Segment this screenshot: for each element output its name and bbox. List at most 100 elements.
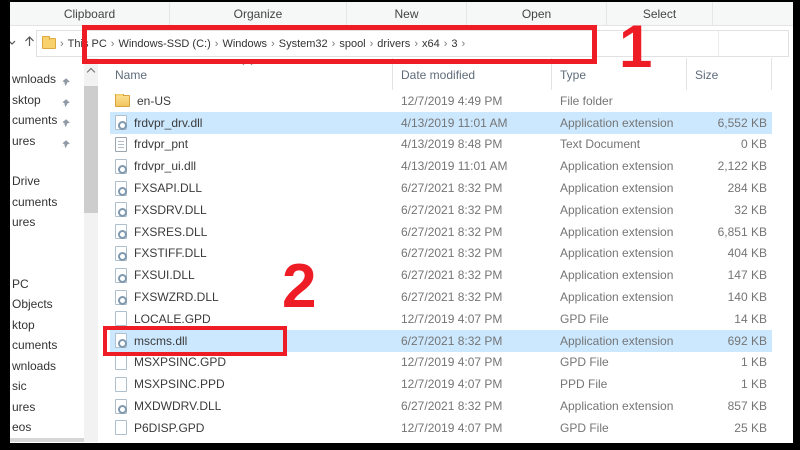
file-size: 147 KB <box>727 268 767 283</box>
folder-icon <box>42 36 56 49</box>
file-row[interactable]: frdvpr_pnt 4/13/2019 8:48 PM Text Docume… <box>110 134 772 156</box>
file-row[interactable]: MXDWDRV.DLL 6/27/2021 8:32 PM Applicatio… <box>110 395 772 417</box>
file-type: Application extension <box>560 224 674 239</box>
sidebar-item[interactable]: ures <box>10 397 88 418</box>
file-icon <box>115 202 127 218</box>
ribbon-group-organize: Organize <box>170 2 347 25</box>
file-size: 404 KB <box>727 246 767 261</box>
file-size: 284 KB <box>727 181 767 196</box>
sidebar-item[interactable]: Objects <box>10 294 88 315</box>
file-type: Application extension <box>560 202 674 217</box>
scrollbar-thumb[interactable] <box>84 86 98 213</box>
file-name: frdvpr_pnt <box>134 137 189 152</box>
file-row[interactable]: FXSUI.DLL 6/27/2021 8:32 PM Application … <box>110 264 772 286</box>
file-type: Application extension <box>560 159 674 174</box>
annotation-box-step-1 <box>82 25 597 64</box>
file-type: GPD File <box>560 420 609 435</box>
file-date-modified: 6/27/2021 8:32 PM <box>401 268 503 283</box>
file-icon <box>115 420 127 436</box>
column-header-size[interactable]: Size <box>687 58 772 90</box>
sidebar-item[interactable]: cuments <box>10 335 88 356</box>
file-size: 14 KB <box>734 311 767 326</box>
file-icon <box>115 289 127 305</box>
file-row[interactable]: frdvpr_drv.dll 4/13/2019 11:01 AM Applic… <box>110 111 772 134</box>
pin-icon <box>60 74 71 87</box>
sidebar-item[interactable]: sic <box>10 376 88 397</box>
file-row[interactable]: FXSDRV.DLL 6/27/2021 8:32 PM Application… <box>110 199 772 221</box>
file-type: GPD File <box>560 355 609 370</box>
file-row[interactable]: FXSWZRD.DLL 6/27/2021 8:32 PM Applicatio… <box>110 286 772 308</box>
sidebar-item-label: PC <box>12 276 29 291</box>
file-name: frdvpr_drv.dll <box>134 115 203 130</box>
file-size: 6,851 KB <box>717 224 767 239</box>
file-name: MSXPSINC.GPD <box>134 355 227 370</box>
sidebar-item[interactable]: cuments <box>10 192 88 213</box>
sidebar-item[interactable]: wnloads <box>10 69 88 90</box>
file-name: P6DISP.GPD <box>134 420 205 435</box>
file-date-modified: 12/7/2019 4:07 PM <box>401 355 503 370</box>
sidebar-item-label: wnloads <box>12 72 57 86</box>
file-size: 0 KB <box>740 137 767 152</box>
sidebar-item[interactable]: ures <box>10 131 88 152</box>
file-row[interactable]: FXSTIFF.DLL 6/27/2021 8:32 PM Applicatio… <box>110 243 772 265</box>
file-date-modified: 4/13/2019 11:01 AM <box>401 159 508 174</box>
sidebar-item[interactable]: eos <box>10 417 88 438</box>
ribbon-spacer <box>713 2 793 25</box>
file-size: 692 KB <box>727 333 767 348</box>
file-size: 25 KB <box>734 420 767 435</box>
sidebar-item[interactable]: ures <box>10 212 88 233</box>
file-date-modified: 12/7/2019 4:07 PM <box>401 420 503 435</box>
file-date-modified: 6/27/2021 8:32 PM <box>401 202 503 217</box>
file-name: FXSAPI.DLL <box>134 181 203 196</box>
sidebar-item[interactable]: wnloads <box>10 356 88 377</box>
explorer-window: Clipboard Organize New Open Select › This PC… <box>10 2 793 443</box>
file-icon <box>115 224 127 240</box>
ribbon-group-clipboard: Clipboard <box>10 2 170 25</box>
sidebar-item[interactable]: dows-SSD (C <box>10 437 88 442</box>
file-date-modified: 6/27/2021 8:32 PM <box>401 181 503 196</box>
file-name: MXDWDRV.DLL <box>134 399 222 414</box>
file-size: 1 KB <box>740 355 767 370</box>
file-name: FXSRES.DLL <box>134 224 208 239</box>
file-row[interactable]: en-US 12/7/2019 4:49 PM File folder <box>110 90 772 112</box>
chevron-down-icon[interactable] <box>10 35 18 53</box>
file-name: FXSDRV.DLL <box>134 202 207 217</box>
sidebar-item[interactable]: PC <box>10 274 88 295</box>
file-date-modified: 6/27/2021 8:32 PM <box>401 290 503 305</box>
file-name: FXSTIFF.DLL <box>134 246 207 261</box>
sidebar-item[interactable]: cuments <box>10 110 88 131</box>
file-row[interactable]: FXSRES.DLL 6/27/2021 8:32 PM Application… <box>110 221 772 243</box>
file-type: Application extension <box>560 399 674 414</box>
file-row[interactable]: MSXPSINC.PPD 12/7/2019 4:07 PM PPD File … <box>110 373 772 395</box>
file-type: Application extension <box>560 268 674 283</box>
sidebar-scrollbar[interactable] <box>84 58 98 442</box>
sidebar-item[interactable]: ktop <box>10 315 88 336</box>
file-name: en-US <box>137 93 172 108</box>
file-icon <box>115 180 127 196</box>
breadcrumb-separator-icon: › <box>60 37 64 50</box>
file-row[interactable]: P6DISP.GPD 12/7/2019 4:07 PM GPD File 25… <box>110 417 772 439</box>
file-row[interactable]: P6FONT.GPD 12/7/2019 4:07 PM GPD File 4 … <box>110 439 772 442</box>
annotation-box-step-2 <box>103 326 287 356</box>
file-type: PPD File <box>560 377 608 392</box>
file-row[interactable]: FXSAPI.DLL 6/27/2021 8:32 PM Application… <box>110 177 772 199</box>
sidebar-item[interactable]: sktop <box>10 90 88 111</box>
file-name: FXSWZRD.DLL <box>134 290 219 305</box>
file-size: 2,122 KB <box>717 159 767 174</box>
file-row[interactable]: frdvpr_ui.dll 4/13/2019 11:01 AM Applica… <box>110 155 772 177</box>
sidebar-item-label: cuments <box>12 113 58 127</box>
sidebar-item-label: ures <box>12 133 36 148</box>
up-arrow-button[interactable] <box>23 35 36 53</box>
sidebar-item-label: sktop <box>12 92 41 107</box>
file-name: MSXPSINC.PPD <box>134 377 225 392</box>
scroll-up-icon[interactable] <box>86 67 96 77</box>
file-icon <box>115 376 127 392</box>
file-name: frdvpr_ui.dll <box>134 159 197 174</box>
file-type: Application extension <box>560 181 674 196</box>
file-date-modified: 6/27/2021 8:32 PM <box>401 333 503 348</box>
sidebar-item-label: wnloads <box>12 358 57 373</box>
search-box-divider <box>718 31 719 56</box>
sidebar-item[interactable]: Drive <box>10 171 88 192</box>
file-list-area: Name Date modified Type Size en-US 12/7/201… <box>110 58 793 442</box>
file-size: 32 KB <box>734 202 767 217</box>
